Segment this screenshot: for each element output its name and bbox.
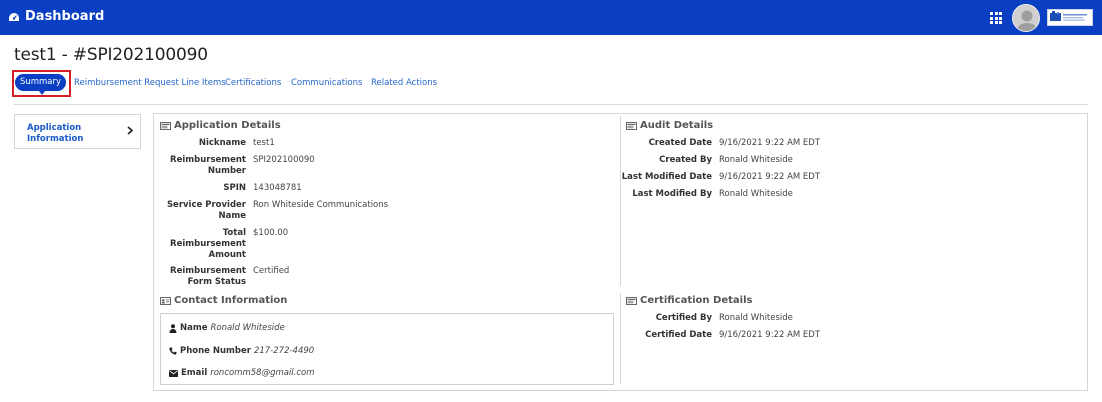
tab-certifications[interactable]: Certifications bbox=[225, 78, 281, 88]
sidebar-item-label: Application Information bbox=[27, 123, 84, 144]
id-card-icon bbox=[160, 296, 171, 305]
reimbursement-form-status-label: Reimbursement Form Status bbox=[170, 266, 246, 287]
contact-name: Name Ronald Whiteside bbox=[169, 323, 285, 333]
logo-icon bbox=[1050, 11, 1087, 21]
id-card-icon bbox=[626, 296, 637, 305]
certified-date-label: Certified Date bbox=[645, 330, 712, 340]
reimbursement-number-label: Reimbursement Number bbox=[170, 155, 246, 176]
id-card-icon bbox=[626, 121, 637, 130]
id-card-icon bbox=[160, 121, 171, 130]
top-navigation-bar: Dashboard bbox=[0, 0, 1102, 35]
last-modified-by-value: Ronald Whiteside bbox=[719, 189, 793, 199]
certified-by-value: Ronald Whiteside bbox=[719, 313, 793, 323]
service-provider-name-label: Service Provider Name bbox=[166, 200, 246, 221]
contact-phone-value: 217-272-4490 bbox=[253, 346, 315, 356]
organization-logo[interactable] bbox=[1047, 9, 1093, 26]
grid-icon[interactable] bbox=[990, 12, 1003, 24]
created-by-label: Created By bbox=[659, 155, 712, 165]
reimbursement-form-status-value: Certified bbox=[253, 266, 290, 276]
phone-icon bbox=[169, 347, 177, 355]
tab-reimbursement-request-line-items[interactable]: Reimbursement Request Line Items bbox=[74, 78, 226, 88]
tab-communications[interactable]: Communications bbox=[291, 78, 362, 88]
dashboard-icon bbox=[9, 12, 19, 21]
application-details-heading: Application Details bbox=[160, 120, 281, 131]
created-date-label: Created Date bbox=[648, 138, 712, 148]
user-icon bbox=[169, 323, 177, 333]
certification-details-heading: Certification Details bbox=[626, 295, 752, 306]
page-title: test1 - #SPI202100090 bbox=[14, 45, 208, 65]
nickname-value: test1 bbox=[253, 138, 275, 148]
dashboard-label: Dashboard bbox=[25, 9, 105, 24]
envelope-icon bbox=[169, 369, 178, 377]
sidebar-item-application-information[interactable]: Application Information bbox=[14, 114, 141, 149]
dashboard-link[interactable]: Dashboard bbox=[8, 9, 104, 24]
last-modified-by-label: Last Modified By bbox=[632, 189, 712, 199]
chevron-right-icon bbox=[127, 126, 133, 135]
certified-date-value: 9/16/2021 9:22 AM EDT bbox=[719, 330, 821, 340]
tab-bar: Summary Reimbursement Request Line Items… bbox=[12, 70, 1090, 97]
last-modified-date-label: Last Modified Date bbox=[621, 172, 712, 182]
column-divider bbox=[620, 293, 621, 384]
created-date-value: 9/16/2021 9:22 AM EDT bbox=[719, 138, 821, 148]
avatar[interactable] bbox=[1012, 4, 1040, 32]
column-divider bbox=[620, 116, 621, 286]
user-silhouette-icon bbox=[1013, 5, 1039, 31]
certified-by-label: Certified By bbox=[655, 313, 712, 323]
contact-phone: Phone Number 217-272-4490 bbox=[169, 346, 314, 356]
last-modified-date-value: 9/16/2021 9:22 AM EDT bbox=[719, 172, 821, 182]
spin-value: 143048781 bbox=[253, 183, 302, 193]
tab-related-actions[interactable]: Related Actions bbox=[371, 78, 437, 88]
total-reimbursement-amount-label: Total Reimbursement Amount bbox=[170, 228, 246, 260]
service-provider-name-value: Ron Whiteside Communications bbox=[253, 200, 389, 210]
created-by-value: Ronald Whiteside bbox=[719, 155, 793, 165]
reimbursement-number-value: SPI202100090 bbox=[253, 155, 315, 165]
contact-email: Email roncomm58@gmail.com bbox=[169, 368, 315, 378]
audit-details-heading: Audit Details bbox=[626, 120, 713, 131]
tab-summary[interactable]: Summary bbox=[15, 74, 66, 95]
contact-name-value: Ronald Whiteside bbox=[210, 323, 285, 333]
spin-label: SPIN bbox=[223, 183, 246, 193]
nickname-label: Nickname bbox=[198, 138, 246, 148]
tabs-divider bbox=[14, 104, 1088, 105]
total-reimbursement-amount-value: $100.00 bbox=[253, 228, 289, 238]
contact-email-value[interactable]: roncomm58@gmail.com bbox=[210, 368, 314, 378]
contact-information-heading: Contact Information bbox=[160, 295, 287, 306]
